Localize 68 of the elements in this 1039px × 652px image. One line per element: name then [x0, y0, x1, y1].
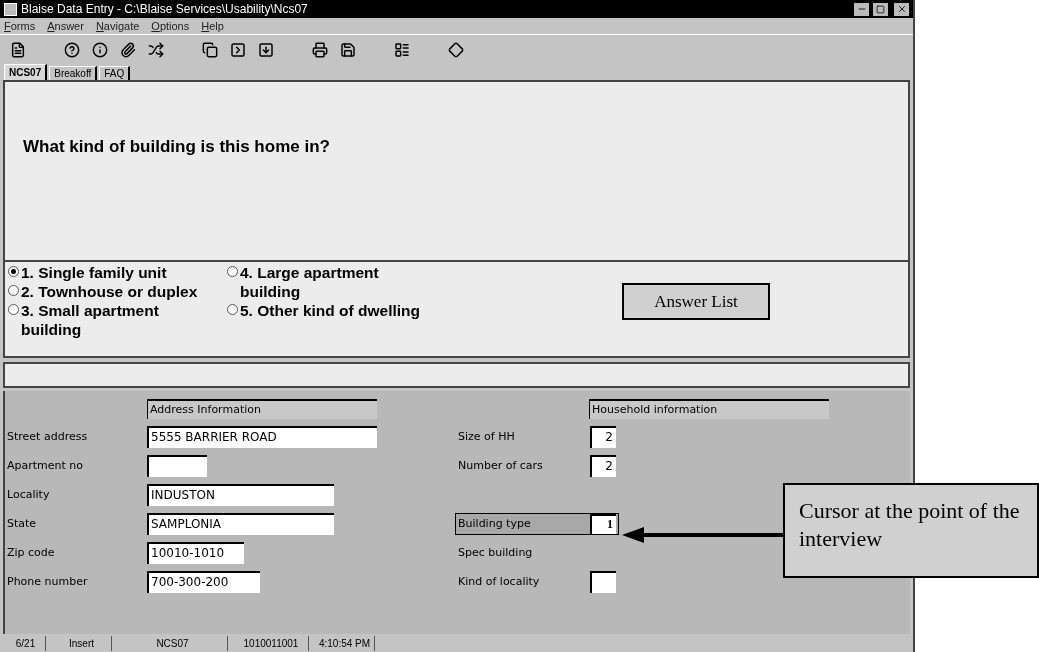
status-field: 1010011001 [234, 635, 309, 651]
minimize-button[interactable] [854, 2, 869, 16]
radio-button[interactable] [227, 266, 238, 277]
answer-list-callout: Answer List [622, 283, 770, 320]
maximize-button[interactable] [873, 2, 888, 16]
maximize-icon [876, 4, 885, 14]
printer-icon[interactable] [312, 41, 328, 58]
input-field[interactable] [147, 455, 207, 477]
field-label: Spec building [457, 544, 534, 561]
radio-button[interactable] [8, 304, 19, 315]
field-label: Zip code [6, 544, 56, 561]
menu-item[interactable]: Navigate [95, 20, 140, 32]
menu-item[interactable]: Options [151, 20, 190, 32]
list-icon[interactable] [394, 41, 410, 58]
input-field[interactable]: 700-300-200 [147, 571, 260, 593]
status-field: NCS07 [118, 635, 228, 651]
window-title: Blaise Data Entry - C:\Blaise Services\Usability\Ncs07 [21, 3, 308, 15]
answer-option[interactable]: 2. Townhouse or duplex [21, 282, 198, 301]
copy-icon[interactable] [202, 41, 218, 58]
answer-option[interactable]: 4. Large apartment building [240, 263, 437, 301]
input-field[interactable]: 1 [590, 514, 616, 534]
shuffle-icon[interactable] [148, 41, 164, 58]
input-field[interactable]: INDUSTON [147, 484, 334, 506]
tab[interactable]: FAQ [99, 66, 131, 80]
field-label: Number of cars [457, 457, 544, 474]
field-label: Building type [457, 515, 532, 532]
status-field: 4:10:54 PM [315, 635, 375, 651]
question-text: What kind of building is this home in? [23, 137, 330, 156]
next-icon[interactable] [230, 41, 246, 58]
tab[interactable]: Breakoff [49, 66, 98, 80]
input-field[interactable]: 2 [590, 455, 616, 477]
answer-option[interactable]: 1. Single family unit [21, 263, 167, 282]
save-icon[interactable] [340, 41, 356, 58]
field-label: Street address [6, 428, 89, 445]
section-heading: Address Information [147, 399, 377, 419]
menu-item[interactable]: Answer [47, 20, 84, 32]
input-field[interactable]: 10010-1010 [147, 542, 244, 564]
answer-option[interactable]: 3. Small apartment building [21, 301, 213, 339]
field-label: Kind of locality [457, 573, 541, 590]
tab[interactable]: NCS07 [4, 64, 48, 80]
paperclip-icon[interactable] [120, 41, 136, 58]
status-field: 6/21 [6, 635, 46, 651]
field-label: Size of HH [457, 428, 516, 445]
radio-button[interactable] [227, 304, 238, 315]
field-label: Phone number [6, 573, 89, 590]
diamond-icon[interactable] [448, 41, 464, 58]
input-field[interactable]: SAMPLONIA [147, 513, 334, 535]
menu-item[interactable]: Forms [4, 20, 36, 32]
input-field[interactable] [590, 571, 616, 593]
close-button[interactable] [894, 2, 909, 16]
answer-option[interactable]: 5. Other kind of dwelling [240, 301, 420, 320]
info-icon[interactable] [92, 41, 108, 58]
document-icon[interactable] [10, 41, 26, 58]
help-icon[interactable] [64, 41, 80, 58]
field-label: State [6, 515, 38, 532]
radio-button[interactable] [8, 266, 19, 277]
status-field: Insert [52, 635, 112, 651]
radio-button[interactable] [8, 285, 19, 296]
section-heading: Household information [589, 399, 829, 419]
menu-item[interactable]: Help [201, 20, 224, 32]
app-icon [4, 2, 17, 16]
input-field[interactable]: 2 [590, 426, 616, 448]
field-label: Locality [6, 486, 51, 503]
close-icon [896, 4, 907, 14]
field-label: Apartment no [6, 457, 85, 474]
cursor-callout: Cursor at the point of the interview [783, 483, 1039, 578]
down-icon[interactable] [258, 41, 274, 58]
input-field[interactable]: 5555 BARRIER ROAD [147, 426, 377, 448]
